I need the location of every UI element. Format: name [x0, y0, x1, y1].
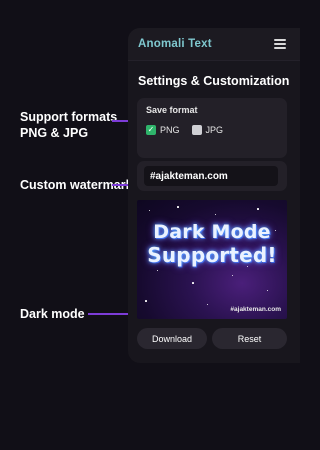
annotation-support-formats-line2: PNG & JPG [20, 126, 89, 140]
preview-headline-line1: Dark Mode [153, 221, 271, 243]
app-panel: Anomali Text Settings & Customization Sa… [128, 28, 300, 363]
format-option-label: PNG [160, 125, 180, 135]
watermark-card: #ajakteman.com [137, 161, 287, 191]
format-option-label: JPG [205, 125, 224, 135]
annotation-support-formats: Support formats PNG & JPG [20, 109, 117, 141]
page-title: Settings & Customization [138, 74, 290, 88]
format-option-jpg[interactable]: JPG [191, 125, 224, 135]
watermark-input[interactable]: #ajakteman.com [144, 166, 278, 186]
download-button[interactable]: Download [137, 328, 207, 349]
save-format-label: Save format [146, 105, 198, 115]
format-options: ✓ PNG JPG [146, 125, 278, 135]
checkbox-unchecked-icon[interactable] [191, 125, 202, 135]
save-format-card: Save format ✓ PNG JPG [137, 98, 287, 158]
preview-headline-line2: Supported! [147, 243, 277, 267]
reset-button[interactable]: Reset [212, 328, 287, 349]
hamburger-menu-icon[interactable] [274, 39, 286, 49]
annotation-dark-mode: Dark mode [20, 306, 85, 322]
format-option-png[interactable]: ✓ PNG [146, 125, 180, 135]
preview-image: Dark Mode Supported! #ajakteman.com [137, 200, 287, 319]
app-bar: Anomali Text [128, 28, 300, 61]
checkbox-checked-icon[interactable]: ✓ [146, 125, 156, 135]
preview-watermark: #ajakteman.com [230, 306, 281, 313]
annotation-support-formats-line1: Support formats [20, 110, 118, 124]
annotation-dark-mode-label: Dark mode [20, 307, 85, 321]
app-title: Anomali Text [138, 38, 212, 50]
